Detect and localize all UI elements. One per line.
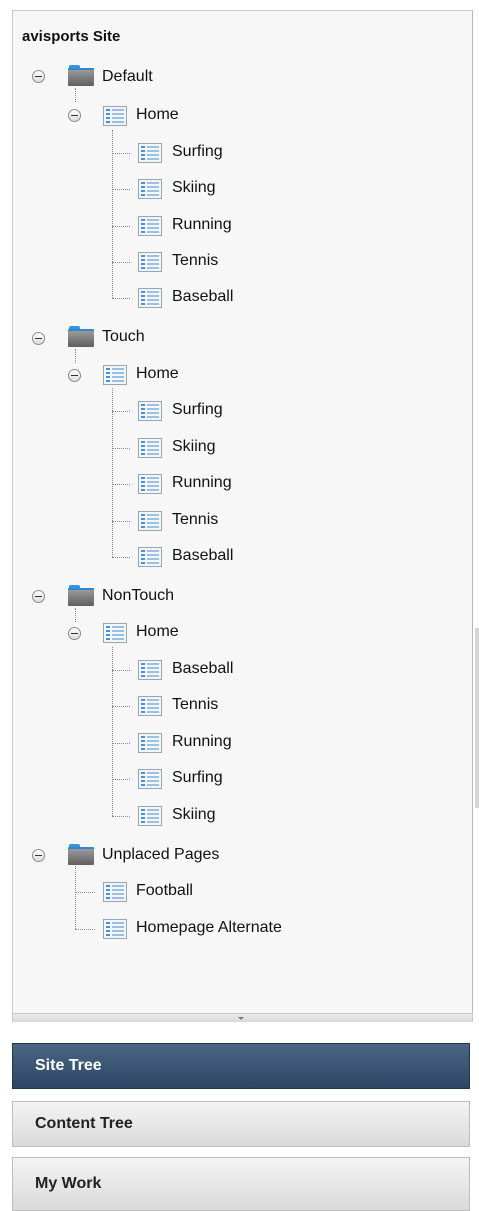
tree-connector <box>75 349 76 363</box>
tree-page[interactable]: Running <box>172 216 232 234</box>
tree-connector <box>112 647 113 816</box>
tree-page[interactable]: Baseball <box>172 660 233 678</box>
tree-page[interactable]: Running <box>172 733 232 751</box>
page-icon <box>138 179 162 199</box>
tree-connector <box>75 88 76 102</box>
page-icon <box>103 106 127 126</box>
panel-resize-grip[interactable] <box>475 628 479 808</box>
collapse-default-home-toggle[interactable] <box>68 109 81 122</box>
tree-page[interactable]: Homepage Alternate <box>136 919 282 937</box>
tree-connector <box>112 130 113 298</box>
tree-folder-touch[interactable]: Touch <box>102 328 145 346</box>
site-title: avisports Site <box>22 28 121 45</box>
page-icon <box>138 401 162 421</box>
tree-connector <box>75 608 76 622</box>
tree-page[interactable]: Tennis <box>172 511 218 529</box>
tree-connector <box>112 557 130 558</box>
tree-page[interactable]: Skiing <box>172 806 216 824</box>
page-icon <box>138 288 162 308</box>
page-icon <box>138 252 162 272</box>
tree-connector <box>112 189 130 190</box>
page-icon <box>138 474 162 494</box>
tree-page[interactable]: Skiing <box>172 438 216 456</box>
page-icon <box>103 623 127 643</box>
tree-page[interactable]: Surfing <box>172 143 223 161</box>
tree-connector <box>112 816 130 817</box>
tree-page[interactable]: Skiing <box>172 179 216 197</box>
collapse-nontouch-toggle[interactable] <box>32 590 45 603</box>
tab-my-work[interactable]: My Work <box>12 1157 470 1211</box>
collapse-touch-home-toggle[interactable] <box>68 369 81 382</box>
tree-connector <box>112 448 130 449</box>
collapse-touch-toggle[interactable] <box>32 332 45 345</box>
page-icon <box>138 547 162 567</box>
tree-page-default-home[interactable]: Home <box>136 106 179 124</box>
page-icon <box>103 882 127 902</box>
tree-page-touch-home[interactable]: Home <box>136 365 179 383</box>
tree-page[interactable]: Baseball <box>172 547 233 565</box>
page-icon <box>138 806 162 826</box>
tree-connector <box>75 929 95 930</box>
page-icon <box>138 660 162 680</box>
tree-connector <box>75 892 95 893</box>
tree-page[interactable]: Surfing <box>172 769 223 787</box>
tree-page-nontouch-home[interactable]: Home <box>136 623 179 641</box>
tree-connector <box>112 153 130 154</box>
tree-page[interactable]: Tennis <box>172 252 218 270</box>
tab-site-tree[interactable]: Site Tree <box>12 1043 470 1089</box>
tree-connector <box>112 262 130 263</box>
page-icon <box>103 365 127 385</box>
tree-connector <box>112 388 113 557</box>
page-icon <box>138 216 162 236</box>
page-icon <box>138 696 162 716</box>
folder-icon <box>68 325 94 347</box>
folder-icon <box>68 843 94 865</box>
tree-connector <box>112 779 130 780</box>
tree-connector <box>112 670 130 671</box>
tree-connector <box>75 866 76 929</box>
tree-page[interactable]: Tennis <box>172 696 218 714</box>
chevron-down-icon <box>238 1017 244 1020</box>
folder-icon <box>68 584 94 606</box>
page-icon <box>138 733 162 753</box>
folder-icon <box>68 64 94 86</box>
tree-page[interactable]: Baseball <box>172 288 233 306</box>
tree-connector <box>112 484 130 485</box>
page-icon <box>103 919 127 939</box>
tree-connector <box>112 521 130 522</box>
page-icon <box>138 511 162 531</box>
tab-content-tree[interactable]: Content Tree <box>12 1101 470 1147</box>
tree-connector <box>112 411 130 412</box>
tree-folder-nontouch[interactable]: NonTouch <box>102 587 174 605</box>
collapse-nontouch-home-toggle[interactable] <box>68 627 81 640</box>
collapse-default-toggle[interactable] <box>32 70 45 83</box>
collapse-unplaced-toggle[interactable] <box>32 849 45 862</box>
tree-folder-default[interactable]: Default <box>102 68 153 86</box>
tree-connector <box>112 226 130 227</box>
tree-page[interactable]: Football <box>136 882 193 900</box>
tree-page[interactable]: Running <box>172 474 232 492</box>
tree-folder-unplaced[interactable]: Unplaced Pages <box>102 846 219 864</box>
tree-connector <box>112 706 130 707</box>
tree-connector <box>112 298 130 299</box>
tree-page[interactable]: Surfing <box>172 401 223 419</box>
page-icon <box>138 143 162 163</box>
tree-connector <box>112 743 130 744</box>
page-icon <box>138 769 162 789</box>
page-icon <box>138 438 162 458</box>
